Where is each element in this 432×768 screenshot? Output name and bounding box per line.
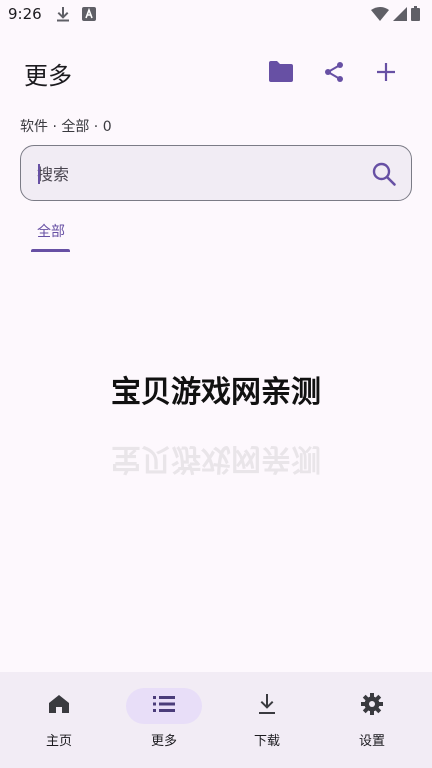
watermark-text: 宝贝游戏网亲测: [111, 375, 321, 410]
nav-label: 下载: [253, 734, 280, 749]
nav-item-download[interactable]: 下载: [213, 672, 321, 768]
battery-icon: [411, 6, 420, 25]
nav-icon-container: [21, 688, 97, 724]
nav-icon-container-active: [126, 688, 202, 724]
search-input[interactable]: [37, 162, 357, 186]
status-time: 9:26: [8, 5, 42, 23]
tab-indicator: [31, 249, 70, 252]
nav-item-home[interactable]: 主页: [5, 672, 113, 768]
gear-icon: [361, 693, 383, 719]
nav-item-settings[interactable]: 设置: [318, 672, 426, 768]
font-notification-icon: [82, 6, 96, 25]
signal-icon: [393, 6, 407, 25]
nav-icon-container: [229, 688, 305, 724]
tab-label: 全部: [37, 224, 65, 240]
wifi-icon: [371, 6, 389, 25]
watermark-reflection: 宝贝游戏网亲测: [111, 441, 321, 476]
search-icon[interactable]: [371, 161, 397, 191]
nav-label: 设置: [358, 734, 385, 749]
folder-icon[interactable]: [267, 58, 295, 86]
status-bar: 9:26: [0, 0, 432, 30]
bottom-nav: 主页 更多 下载 设置: [0, 672, 432, 768]
list-icon: [153, 695, 175, 717]
nav-label: 更多: [150, 734, 177, 749]
nav-icon-container: [334, 688, 410, 724]
section-subtitle: 软件 · 全部 · 0: [20, 119, 112, 135]
page-title: 更多: [24, 62, 72, 90]
nav-item-more[interactable]: 更多: [110, 672, 218, 768]
app-bar: 更多: [0, 48, 432, 96]
nav-label: 主页: [45, 734, 72, 749]
tab-all[interactable]: 全部: [31, 212, 70, 252]
share-icon[interactable]: [320, 58, 348, 86]
add-icon[interactable]: [372, 58, 400, 86]
download-notification-icon: [56, 6, 70, 26]
home-icon: [48, 693, 70, 719]
download-icon: [257, 693, 277, 719]
text-cursor: [38, 164, 40, 184]
search-box[interactable]: [20, 145, 412, 201]
